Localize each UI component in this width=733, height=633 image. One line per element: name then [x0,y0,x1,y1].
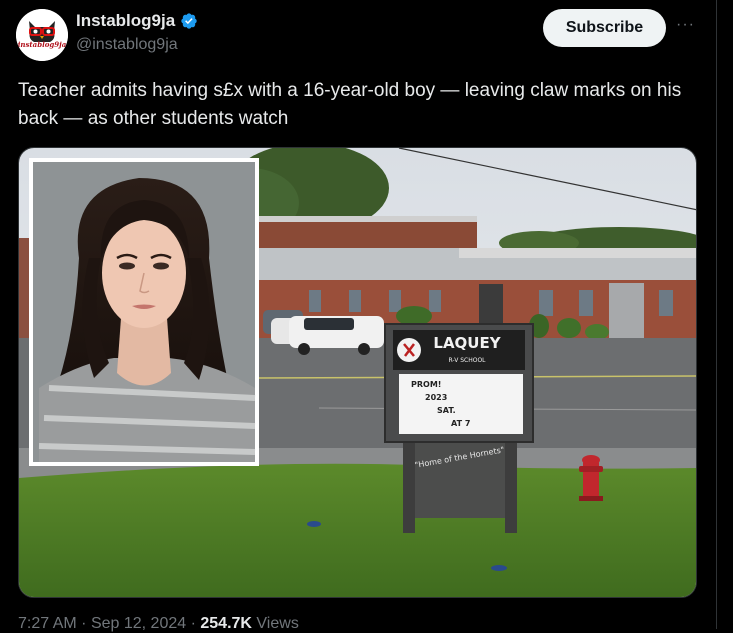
views-count: 254.7K [200,615,252,632]
avatar-owl-icon [16,9,68,61]
avatar-text: instablog9ja [17,40,67,49]
tweet-time[interactable]: 7:27 AM [18,615,77,632]
tweet-media-image[interactable]: "Home of the Hornets" LAQUEY R-V SCHOOL … [18,147,697,598]
tweet-text: Teacher admits having s£x with a 16-year… [18,80,682,129]
author-handle[interactable]: @instablog9ja [76,36,178,54]
views-label: Views [256,615,299,632]
marquee-line-4: AT 7 [451,419,470,428]
subscribe-button[interactable]: Subscribe [543,9,666,47]
media-illustration: "Home of the Hornets" LAQUEY R-V SCHOOL … [19,148,696,597]
tweet-date[interactable]: Sep 12, 2024 [91,615,186,632]
marquee-line-2: 2023 [425,393,447,402]
tweet-meta: 7:27 AM · Sep 12, 2024 · 254.7K Views [18,615,299,632]
mugshot-photo [29,158,259,466]
marquee-line-3: SAT. [437,406,456,415]
display-name[interactable]: Instablog9ja [76,11,175,31]
author-name-row[interactable]: Instablog9ja [76,11,198,31]
timeline-border [716,0,717,629]
avatar[interactable]: instablog9ja [16,9,68,61]
verified-badge-icon[interactable] [180,12,198,30]
marquee-line-1: PROM! [411,380,441,389]
more-icon[interactable]: ··· [676,17,696,36]
sign-name: LAQUEY [433,334,501,352]
sign-subtitle: R-V SCHOOL [448,357,486,364]
